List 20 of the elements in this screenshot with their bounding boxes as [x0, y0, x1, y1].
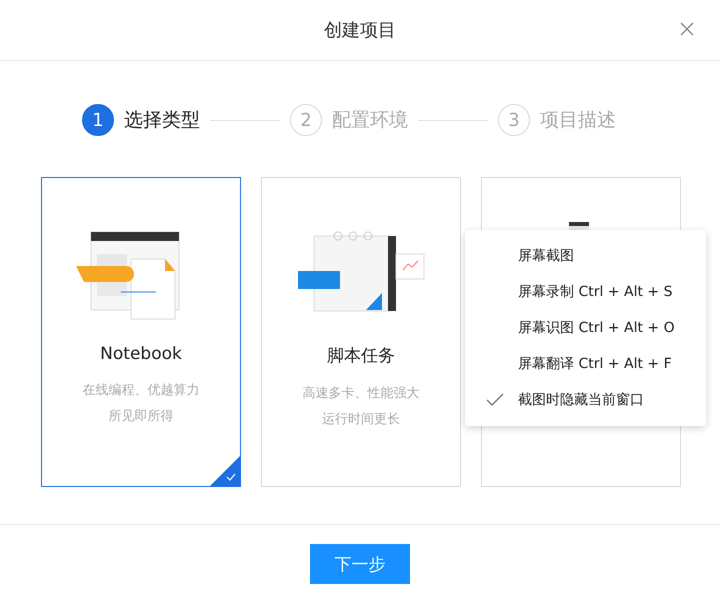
close-icon[interactable]: [680, 22, 694, 36]
menu-item[interactable]: 屏幕识图 Ctrl + Alt + O: [465, 310, 706, 346]
card-description: 在线编程、优越算力 所见即所得: [82, 382, 200, 426]
card-title: 脚本任务: [327, 345, 395, 367]
step-number: 1: [82, 104, 114, 136]
card-description: 高速多卡、性能强大 运行时间更长: [302, 385, 420, 429]
step-number: 3: [498, 104, 530, 136]
step-label: 项目描述: [540, 108, 616, 133]
selected-check-icon: [210, 456, 240, 486]
step-label: 配置环境: [332, 108, 408, 133]
card-title: Notebook: [100, 344, 182, 364]
type-card[interactable]: 脚本任务 高速多卡、性能强大 运行时间更长: [261, 177, 461, 487]
menu-item[interactable]: 屏幕录制 Ctrl + Alt + S: [465, 274, 706, 310]
dialog-title: 创建项目: [324, 19, 396, 42]
menu-item[interactable]: 截图时隐藏当前窗口: [465, 382, 706, 418]
type-card[interactable]: Notebook 在线编程、优越算力 所见即所得: [41, 177, 241, 487]
menu-item[interactable]: 屏幕翻译 Ctrl + Alt + F: [465, 346, 706, 382]
step-label: 选择类型: [124, 108, 200, 133]
menu-item[interactable]: 屏幕截图: [465, 238, 706, 274]
step-number: 2: [290, 104, 322, 136]
